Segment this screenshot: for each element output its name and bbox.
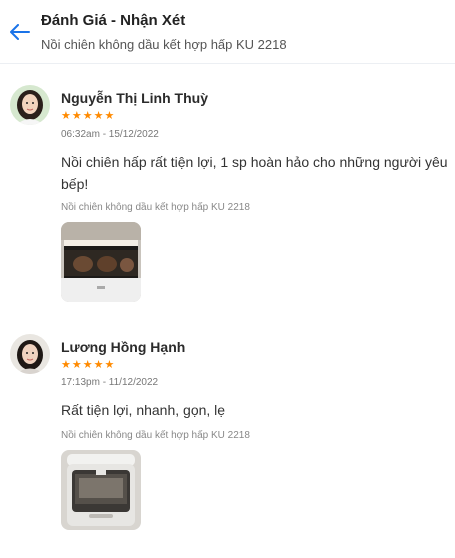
star-icon: ★	[61, 110, 71, 122]
star-icon: ★	[82, 359, 93, 371]
star-icon: ★	[61, 359, 71, 371]
star-icon: ★	[71, 110, 82, 122]
avatar[interactable]	[10, 85, 50, 125]
star-icon: ★	[93, 359, 104, 371]
review-content: Nồi chiên hấp rất tiện lợi, 1 sp hoàn hả…	[61, 154, 448, 192]
page-header: Đánh Giá - Nhận Xét Nồi chiên không dầu …	[0, 0, 455, 64]
review-photo[interactable]	[61, 222, 141, 302]
rating-stars: ★ ★ ★ ★ ★	[61, 360, 114, 371]
review-product: Nồi chiên không dầu kết hợp hấp KU 2218	[61, 430, 250, 441]
back-button[interactable]	[6, 20, 34, 44]
page-subtitle: Nồi chiên không dầu kết hợp hấp KU 2218	[41, 37, 287, 52]
star-icon: ★	[71, 359, 82, 371]
page-title: Đánh Giá - Nhận Xét	[41, 12, 186, 29]
star-icon: ★	[93, 110, 104, 122]
review-photo[interactable]	[61, 450, 141, 530]
avatar[interactable]	[10, 334, 50, 374]
arrow-left-icon	[10, 24, 30, 40]
star-icon: ★	[82, 110, 93, 122]
rating-stars: ★ ★ ★ ★ ★	[61, 111, 114, 122]
star-icon: ★	[104, 359, 115, 371]
review-product: Nồi chiên không dầu kết hợp hấp KU 2218	[61, 202, 250, 213]
review-time: 06:32am - 15/12/2022	[61, 129, 159, 140]
review-author: Lương Hồng Hạnh	[61, 339, 186, 355]
star-icon: ★	[104, 110, 115, 122]
review-content: Rất tiện lợi, nhanh, gọn, lẹ	[61, 402, 226, 418]
review-time: 17:13pm - 11/12/2022	[61, 377, 159, 388]
review-author: Nguyễn Thị Linh Thuỳ	[61, 90, 208, 106]
